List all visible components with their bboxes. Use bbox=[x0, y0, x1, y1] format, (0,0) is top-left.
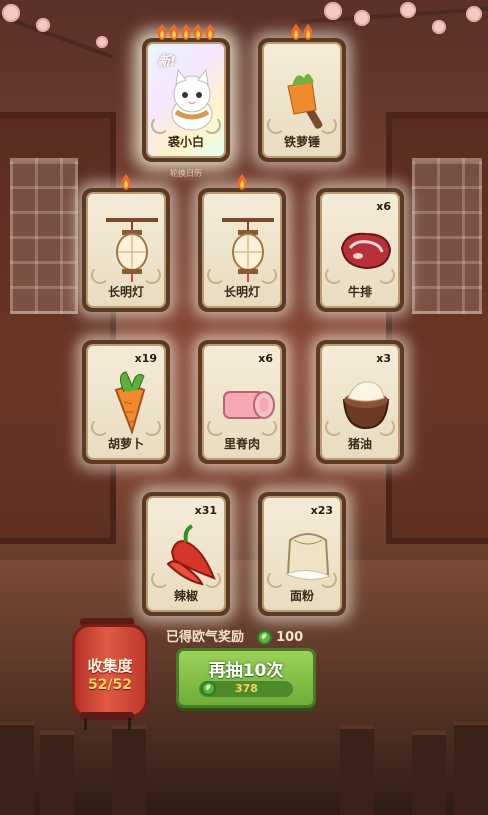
flame-icon bbox=[290, 24, 302, 40]
reward-card[interactable]: 面粉 x23 bbox=[258, 492, 346, 616]
clover-coin-icon bbox=[201, 681, 216, 696]
card-name: 猪油 bbox=[347, 437, 372, 451]
flame-icon bbox=[156, 24, 168, 40]
card-name: 牛排 bbox=[347, 285, 372, 299]
steak-icon bbox=[336, 214, 396, 284]
left-window-lattice bbox=[10, 158, 78, 314]
collection-value: 52/52 bbox=[87, 677, 133, 693]
blossom-flower bbox=[36, 18, 50, 32]
card-count: x3 bbox=[376, 352, 391, 365]
card-frame: 胡萝卜 x19 bbox=[86, 344, 166, 460]
card-frame: 长明灯 bbox=[202, 192, 282, 308]
card-count: x6 bbox=[258, 352, 273, 365]
card-count: x19 bbox=[134, 352, 157, 365]
draw-again-button[interactable]: 再抽10次 378 bbox=[176, 648, 316, 708]
card-name: 裘小白 bbox=[167, 135, 204, 149]
card-count: x23 bbox=[310, 504, 333, 517]
cost-bar: 378 bbox=[199, 681, 293, 697]
reward-card[interactable]: 辣椒 x31 bbox=[142, 492, 230, 616]
card-count: x31 bbox=[194, 504, 217, 517]
reward-card[interactable]: 牛排 x6 bbox=[316, 188, 404, 312]
white-cat-icon bbox=[162, 64, 222, 134]
fence-post bbox=[0, 721, 34, 815]
reward-label: 已得欧气奖励 bbox=[166, 630, 245, 645]
reward-card[interactable]: 猪油 x3 bbox=[316, 340, 404, 464]
flame-icon bbox=[168, 24, 180, 40]
reward-card[interactable]: 长明灯 bbox=[82, 174, 170, 312]
card-frame: 长明灯 bbox=[86, 192, 166, 308]
card-frame: 面粉 x23 bbox=[262, 496, 342, 612]
card-name: 胡萝卜 bbox=[107, 437, 144, 451]
draw-again-label: 再抽10次 bbox=[208, 661, 284, 681]
fence-post bbox=[112, 725, 146, 815]
fence-post bbox=[340, 725, 374, 815]
lantern-icon bbox=[102, 214, 162, 284]
reward-card[interactable]: 胡萝卜 x19 bbox=[82, 340, 170, 464]
card-frame: 辣椒 x31 bbox=[146, 496, 226, 612]
card-name: 长明灯 bbox=[223, 285, 260, 299]
chili-icon bbox=[162, 518, 222, 588]
flame-icon bbox=[204, 24, 216, 40]
right-window-lattice bbox=[412, 158, 482, 314]
reward-card[interactable]: 里脊肉 x6 bbox=[198, 340, 286, 464]
card-count: x6 bbox=[376, 200, 391, 213]
fence-post bbox=[412, 731, 446, 815]
flame-icon bbox=[236, 174, 248, 190]
blossom-flower bbox=[354, 10, 370, 26]
lantern-stand bbox=[84, 718, 87, 730]
blossom-flower bbox=[324, 2, 342, 20]
lantern-stand bbox=[128, 718, 131, 730]
clover-coin-icon bbox=[256, 630, 272, 645]
collection-lantern[interactable]: 收集度 52/52 bbox=[72, 624, 148, 718]
reward-value: 100 bbox=[276, 630, 304, 645]
lantern-icon bbox=[218, 214, 278, 284]
card-name: 里脊肉 bbox=[223, 437, 260, 451]
flame-icon bbox=[120, 174, 132, 190]
reward-card[interactable]: 铁萝锤 bbox=[258, 24, 346, 162]
card-name: 长明灯 bbox=[107, 285, 144, 299]
flour-sack-icon bbox=[278, 518, 338, 588]
carrot-icon bbox=[102, 366, 162, 436]
blossom-flower bbox=[432, 20, 446, 34]
new-badge: 新! bbox=[158, 54, 176, 68]
rarity-flames bbox=[258, 24, 346, 42]
game-scene: 轮换日历 裘小白 新! 铁萝锤 长明灯 长明灯 牛排 x6 胡萝卜 x19 里脊… bbox=[0, 0, 488, 815]
lantern-bottom-cap bbox=[80, 712, 134, 720]
card-name: 铁萝锤 bbox=[283, 135, 320, 149]
blossom-flower bbox=[466, 6, 482, 22]
reward-row: 已得欧气奖励 100 bbox=[166, 626, 303, 645]
tenderloin-icon bbox=[218, 366, 278, 436]
draw-cost: 378 bbox=[235, 682, 258, 695]
card-frame: 猪油 x3 bbox=[320, 344, 400, 460]
reward-card[interactable]: 长明灯 bbox=[198, 174, 286, 312]
fence-post bbox=[40, 731, 74, 815]
card-frame: 铁萝锤 bbox=[262, 42, 342, 158]
fence-post bbox=[454, 721, 488, 815]
blossom-flower bbox=[96, 36, 108, 48]
reward-card[interactable]: 裘小白 新! bbox=[142, 24, 230, 162]
collection-title: 收集度 bbox=[87, 657, 133, 675]
rarity-flames bbox=[82, 174, 170, 192]
flame-icon bbox=[180, 24, 192, 40]
rarity-flames bbox=[198, 174, 286, 192]
card-frame: 里脊肉 x6 bbox=[202, 344, 282, 460]
card-name: 面粉 bbox=[289, 589, 314, 603]
card-name: 辣椒 bbox=[173, 589, 198, 603]
card-frame: 裘小白 新! bbox=[146, 42, 226, 158]
carrot-hammer-icon bbox=[278, 64, 338, 134]
rarity-flames bbox=[142, 24, 230, 42]
blossom-branch bbox=[0, 14, 114, 59]
flame-icon bbox=[192, 24, 204, 40]
lard-icon bbox=[336, 366, 396, 436]
card-frame: 牛排 x6 bbox=[320, 192, 400, 308]
blossom-flower bbox=[2, 4, 20, 22]
blossom-flower bbox=[400, 2, 416, 18]
flame-icon bbox=[302, 24, 314, 40]
